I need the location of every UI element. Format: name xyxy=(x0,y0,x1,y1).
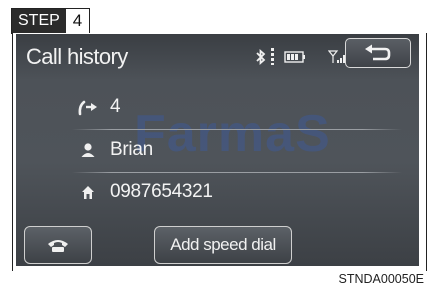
bluetooth-icon xyxy=(254,48,268,65)
figure-code: STNDA00050E xyxy=(338,272,424,286)
row-divider xyxy=(72,172,402,173)
step-label: STEP xyxy=(12,9,66,33)
add-speed-dial-button[interactable]: Add speed dial xyxy=(154,226,292,264)
step-number: 4 xyxy=(65,9,90,33)
step-indicator: STEP 4 xyxy=(11,8,91,34)
back-button[interactable] xyxy=(345,38,411,68)
back-arrow-icon xyxy=(363,44,393,62)
add-speed-dial-label: Add speed dial xyxy=(170,235,276,254)
call-redirect-icon xyxy=(76,95,100,119)
call-button[interactable] xyxy=(24,226,92,264)
status-bar xyxy=(254,48,348,65)
phone-handset-icon xyxy=(46,237,70,253)
call-count: 4 xyxy=(110,96,121,117)
call-history-screen: Call history FarmaS 4 Brian 0987654321 A… xyxy=(16,34,419,266)
detail-row-count: 4 xyxy=(76,89,391,125)
phone-number: 0987654321 xyxy=(110,181,213,202)
row-divider xyxy=(72,129,402,130)
signal-bar-divider xyxy=(271,48,274,65)
home-phone-icon xyxy=(76,180,100,204)
detail-row-name: Brian xyxy=(76,132,391,168)
screen-title: Call history xyxy=(26,44,128,69)
contact-name: Brian xyxy=(110,139,153,160)
battery-icon xyxy=(284,50,306,63)
detail-row-number: 0987654321 xyxy=(76,174,391,210)
person-icon xyxy=(76,138,100,162)
